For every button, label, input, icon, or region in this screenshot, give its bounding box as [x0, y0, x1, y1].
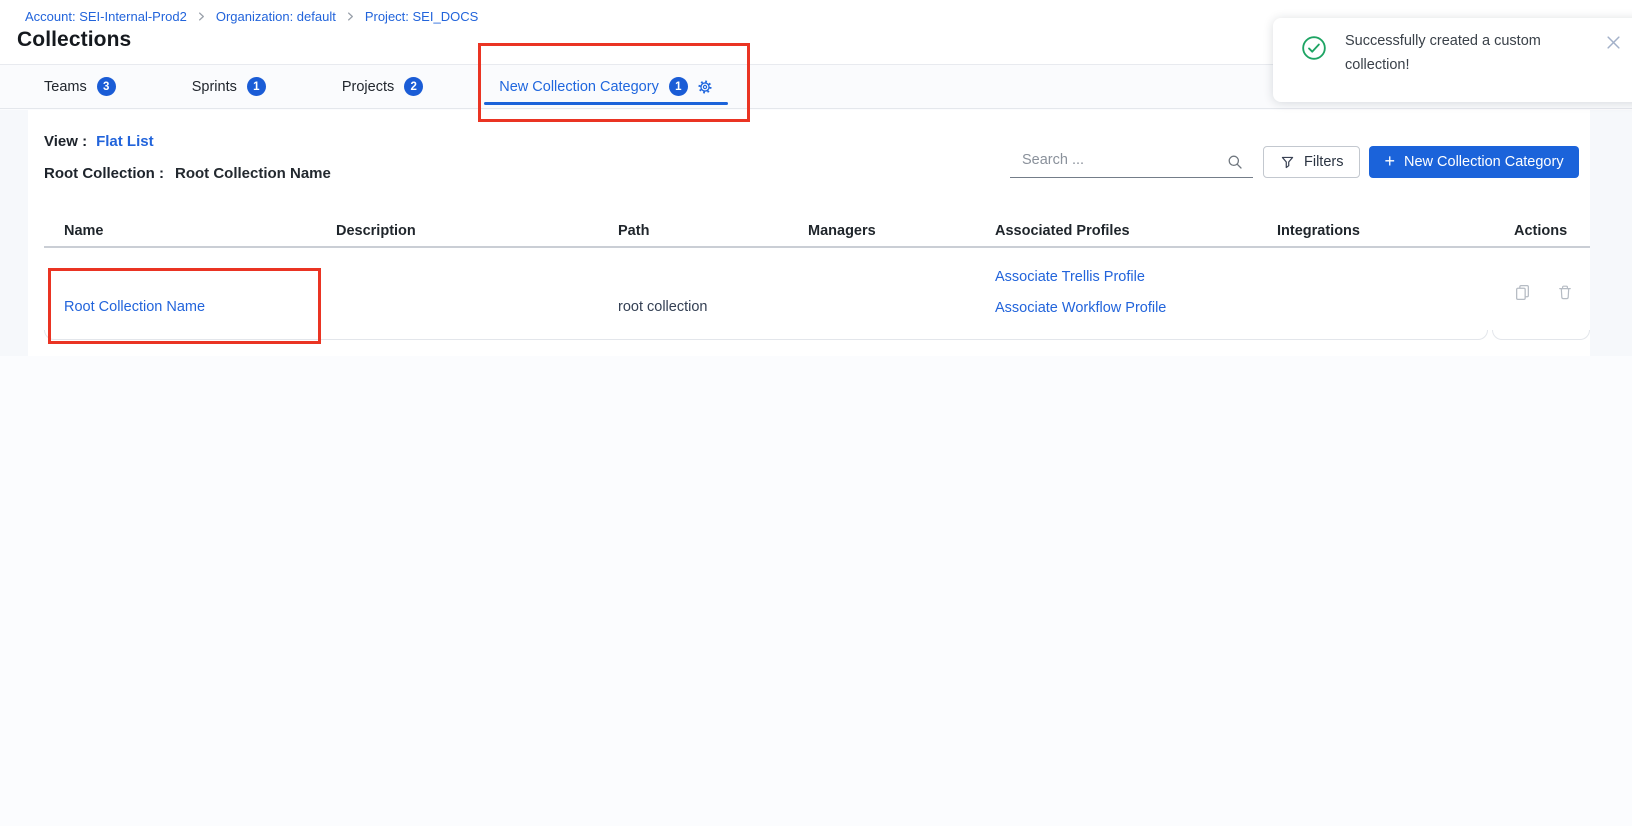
- associated-profiles-cell: Associate Trellis Profile Associate Work…: [995, 250, 1277, 340]
- filter-funnel-icon: [1280, 155, 1295, 170]
- tab-sprints[interactable]: Sprints 1: [177, 65, 281, 108]
- associate-workflow-profile-link[interactable]: Associate Workflow Profile: [995, 298, 1277, 318]
- name-cell: Root Collection Name: [64, 250, 336, 340]
- breadcrumb-organization[interactable]: Organization: default: [216, 9, 336, 24]
- table-row: Root Collection Name root collection Ass…: [44, 250, 1590, 340]
- path-cell: root collection: [618, 250, 808, 340]
- column-header-name: Name: [64, 223, 336, 246]
- controls-row: Filters + New Collection Category: [1010, 146, 1579, 178]
- close-icon[interactable]: [1606, 35, 1621, 50]
- view-line: View : Flat List: [44, 133, 154, 150]
- actions-cell: [1514, 250, 1590, 340]
- page-title: Collections: [17, 28, 131, 52]
- new-collection-category-button[interactable]: + New Collection Category: [1369, 146, 1578, 178]
- search-input[interactable]: [1010, 146, 1253, 177]
- flat-list-link[interactable]: Flat List: [96, 133, 154, 150]
- collection-name-link[interactable]: Root Collection Name: [64, 299, 205, 315]
- count-badge: 3: [97, 77, 116, 96]
- filters-button-label: Filters: [1304, 154, 1343, 170]
- associate-trellis-profile-link[interactable]: Associate Trellis Profile: [995, 267, 1277, 287]
- column-header-integrations: Integrations: [1277, 223, 1514, 246]
- new-collection-category-button-label: New Collection Category: [1404, 154, 1564, 170]
- column-header-actions: Actions: [1514, 223, 1590, 246]
- delete-icon[interactable]: [1557, 284, 1573, 301]
- gear-icon[interactable]: [697, 79, 713, 95]
- success-check-icon: [1301, 35, 1327, 66]
- column-header-associated-profiles: Associated Profiles: [995, 223, 1277, 246]
- root-collection-value: Root Collection Name: [175, 165, 331, 182]
- view-label: View :: [44, 133, 87, 150]
- chevron-right-icon: [196, 11, 207, 22]
- search-box: [1010, 146, 1253, 178]
- description-cell: [336, 250, 618, 340]
- plus-icon: +: [1384, 152, 1395, 170]
- search-icon: [1227, 154, 1243, 175]
- copy-icon[interactable]: [1514, 284, 1531, 301]
- count-badge: 2: [404, 77, 423, 96]
- content-card: View :Flat List Root Collection :Root Co…: [28, 110, 1590, 356]
- breadcrumb: Account: SEI-Internal-Prod2 Organization…: [25, 9, 478, 24]
- column-header-description: Description: [336, 223, 618, 246]
- managers-cell: [808, 250, 995, 340]
- tab-label: Teams: [44, 79, 87, 95]
- tab-projects[interactable]: Projects 2: [327, 65, 438, 108]
- row-divider: [44, 330, 1488, 340]
- integrations-cell: [1277, 250, 1514, 340]
- root-collection-line: Root Collection : Root Collection Name: [44, 165, 331, 182]
- row-divider-actions: [1492, 330, 1590, 340]
- toast-message: Successfully created a custom collection…: [1345, 30, 1547, 77]
- tab-teams[interactable]: Teams 3: [29, 65, 131, 108]
- success-toast: Successfully created a custom collection…: [1273, 18, 1632, 102]
- tab-label: New Collection Category: [499, 79, 659, 95]
- filters-button[interactable]: Filters: [1263, 146, 1360, 178]
- column-header-path: Path: [618, 223, 808, 246]
- chevron-right-icon: [345, 11, 356, 22]
- tab-new-collection-category[interactable]: New Collection Category 1: [484, 65, 728, 108]
- count-badge: 1: [669, 77, 688, 96]
- table-header: Name Description Path Managers Associate…: [44, 223, 1590, 248]
- tab-label: Sprints: [192, 79, 237, 95]
- root-collection-label: Root Collection :: [44, 165, 164, 182]
- breadcrumb-project[interactable]: Project: SEI_DOCS: [365, 9, 478, 24]
- collections-page: Account: SEI-Internal-Prod2 Organization…: [0, 0, 1632, 826]
- tab-label: Projects: [342, 79, 394, 95]
- column-header-managers: Managers: [808, 223, 995, 246]
- count-badge: 1: [247, 77, 266, 96]
- breadcrumb-account[interactable]: Account: SEI-Internal-Prod2: [25, 9, 187, 24]
